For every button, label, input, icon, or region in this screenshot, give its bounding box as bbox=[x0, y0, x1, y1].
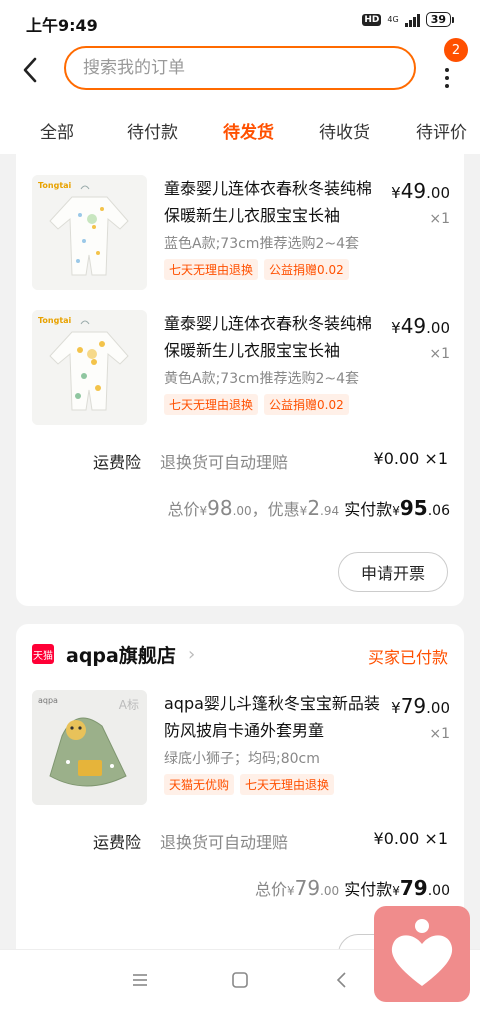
product-spec: 蓝色A款;73cm推荐选购2~4套 bbox=[164, 236, 359, 252]
product-image[interactable]: Tongtai bbox=[32, 175, 147, 290]
baby-romper-image bbox=[32, 175, 147, 290]
back-triangle-icon bbox=[336, 972, 346, 988]
product-title[interactable]: 童泰婴儿连体衣春秋冬装纯棉保暖新生儿衣服宝宝长袖 bbox=[164, 175, 384, 229]
status-bar: 上午9:49 HD 4G 39 bbox=[0, 0, 480, 44]
battery-level: 39 bbox=[425, 12, 451, 27]
product-quantity: ×1 bbox=[429, 726, 450, 742]
product-title[interactable]: 童泰婴儿连体衣春秋冬装纯棉保暖新生儿衣服宝宝长袖 bbox=[164, 310, 384, 364]
order-status: 买家已付款 bbox=[367, 648, 448, 667]
brand-logo: aqpa bbox=[38, 696, 58, 705]
shop-header[interactable]: 天猫 aqpa旗舰店 › 买家已付款 bbox=[16, 640, 464, 670]
paid-label: 实付款 bbox=[344, 500, 393, 519]
status-time: 上午9:49 bbox=[26, 16, 98, 35]
heart-icon bbox=[391, 919, 453, 986]
paid-amount: 79 bbox=[399, 876, 428, 900]
home-button[interactable] bbox=[230, 970, 250, 994]
shipping-insurance-row: 运费险 退换货可自动理赔 ¥0.00 ×1 bbox=[16, 825, 464, 855]
search-input[interactable] bbox=[83, 58, 383, 78]
insurance-price: ¥0.00 ×1 bbox=[373, 449, 448, 468]
insurance-label: 运费险 bbox=[93, 833, 142, 852]
product-tags: 天猫无优购 七天无理由退换 bbox=[164, 774, 335, 795]
network-type-icon: 4G bbox=[387, 14, 399, 24]
tag-charity: 公益捐赠0.02 bbox=[264, 394, 349, 415]
tag-tmall-no-coupon: 天猫无优购 bbox=[164, 774, 235, 795]
battery-icon: 39 bbox=[425, 12, 454, 27]
order-card: Tongtai 童泰婴儿连体衣春秋冬装纯棉保暖新生儿衣服宝宝长袖 ¥49.00 … bbox=[16, 140, 464, 606]
product-spec: 绿底小狮子；均码;80cm bbox=[164, 751, 320, 767]
menu-button[interactable] bbox=[130, 970, 150, 994]
baby-romper-image bbox=[32, 310, 147, 425]
product-price: ¥49.00 bbox=[391, 179, 450, 203]
insurance-desc: 退换货可自动理赔 bbox=[160, 453, 289, 472]
paid-amount: 95 bbox=[399, 496, 428, 520]
product-tags: 七天无理由退换 公益捐赠0.02 bbox=[164, 394, 349, 415]
product-quantity: ×1 bbox=[429, 346, 450, 362]
product-quantity: ×1 bbox=[429, 211, 450, 227]
order-item[interactable]: Tongtai 童泰婴儿连体衣春秋冬装纯棉保暖新生儿衣服宝宝长袖 ¥49.00 … bbox=[16, 310, 464, 430]
product-price: ¥79.00 bbox=[391, 694, 450, 718]
order-total: 总价¥98.00，优惠¥2.94 实付款¥95.06 bbox=[167, 496, 450, 520]
back-button[interactable] bbox=[14, 54, 46, 86]
hd-icon: HD bbox=[362, 13, 382, 26]
floating-heart-button[interactable] bbox=[374, 906, 470, 1002]
chevron-right-icon: › bbox=[188, 644, 196, 665]
insurance-label: 运费险 bbox=[93, 453, 142, 472]
apply-invoice-button[interactable]: 申请开票 bbox=[338, 552, 448, 592]
order-total: 总价¥79.00 实付款¥79.00 bbox=[254, 876, 450, 900]
product-image[interactable]: Tongtai bbox=[32, 310, 147, 425]
shipping-insurance-row: 运费险 退换货可自动理赔 ¥0.00 ×1 bbox=[16, 445, 464, 475]
back-arrow-icon bbox=[23, 57, 37, 83]
system-back-button[interactable] bbox=[332, 970, 352, 994]
search-box[interactable] bbox=[64, 46, 416, 90]
product-price: ¥49.00 bbox=[391, 314, 450, 338]
signal-icon bbox=[404, 13, 420, 27]
order-item[interactable]: aqpa A标 aqpa婴儿斗篷秋冬宝宝新品装防风披肩卡通外套男童 ¥79.00… bbox=[16, 690, 464, 810]
product-title[interactable]: aqpa婴儿斗篷秋冬宝宝新品装防风披肩卡通外套男童 bbox=[164, 690, 384, 744]
tag-seven-day-return: 七天无理由退换 bbox=[164, 394, 259, 415]
menu-icon bbox=[133, 974, 147, 986]
product-tags: 七天无理由退换 公益捐赠0.02 bbox=[164, 259, 349, 280]
tag-charity: 公益捐赠0.02 bbox=[264, 259, 349, 280]
brand-logo: Tongtai bbox=[38, 316, 72, 325]
header: 2 bbox=[0, 38, 480, 98]
tmall-logo-icon: 天猫 bbox=[32, 644, 54, 664]
tag-seven-day-return: 七天无理由退换 bbox=[164, 259, 259, 280]
home-square-icon bbox=[232, 972, 248, 988]
product-image[interactable]: aqpa A标 bbox=[32, 690, 147, 805]
product-spec: 黄色A款;73cm推荐选购2~4套 bbox=[164, 371, 359, 387]
message-badge: 2 bbox=[444, 38, 468, 62]
insurance-desc: 退换货可自动理赔 bbox=[160, 833, 289, 852]
product-image-label: A标 bbox=[118, 698, 139, 712]
order-item[interactable]: Tongtai 童泰婴儿连体衣春秋冬装纯棉保暖新生儿衣服宝宝长袖 ¥49.00 … bbox=[16, 175, 464, 295]
tag-seven-day-return: 七天无理由退换 bbox=[240, 774, 335, 795]
brand-logo: Tongtai bbox=[38, 181, 72, 190]
insurance-price: ¥0.00 ×1 bbox=[373, 829, 448, 848]
shop-name[interactable]: aqpa旗舰店 bbox=[66, 641, 176, 668]
status-icons: HD 4G 39 bbox=[362, 12, 454, 27]
paid-label: 实付款 bbox=[344, 880, 393, 899]
more-dots-icon bbox=[445, 68, 449, 88]
